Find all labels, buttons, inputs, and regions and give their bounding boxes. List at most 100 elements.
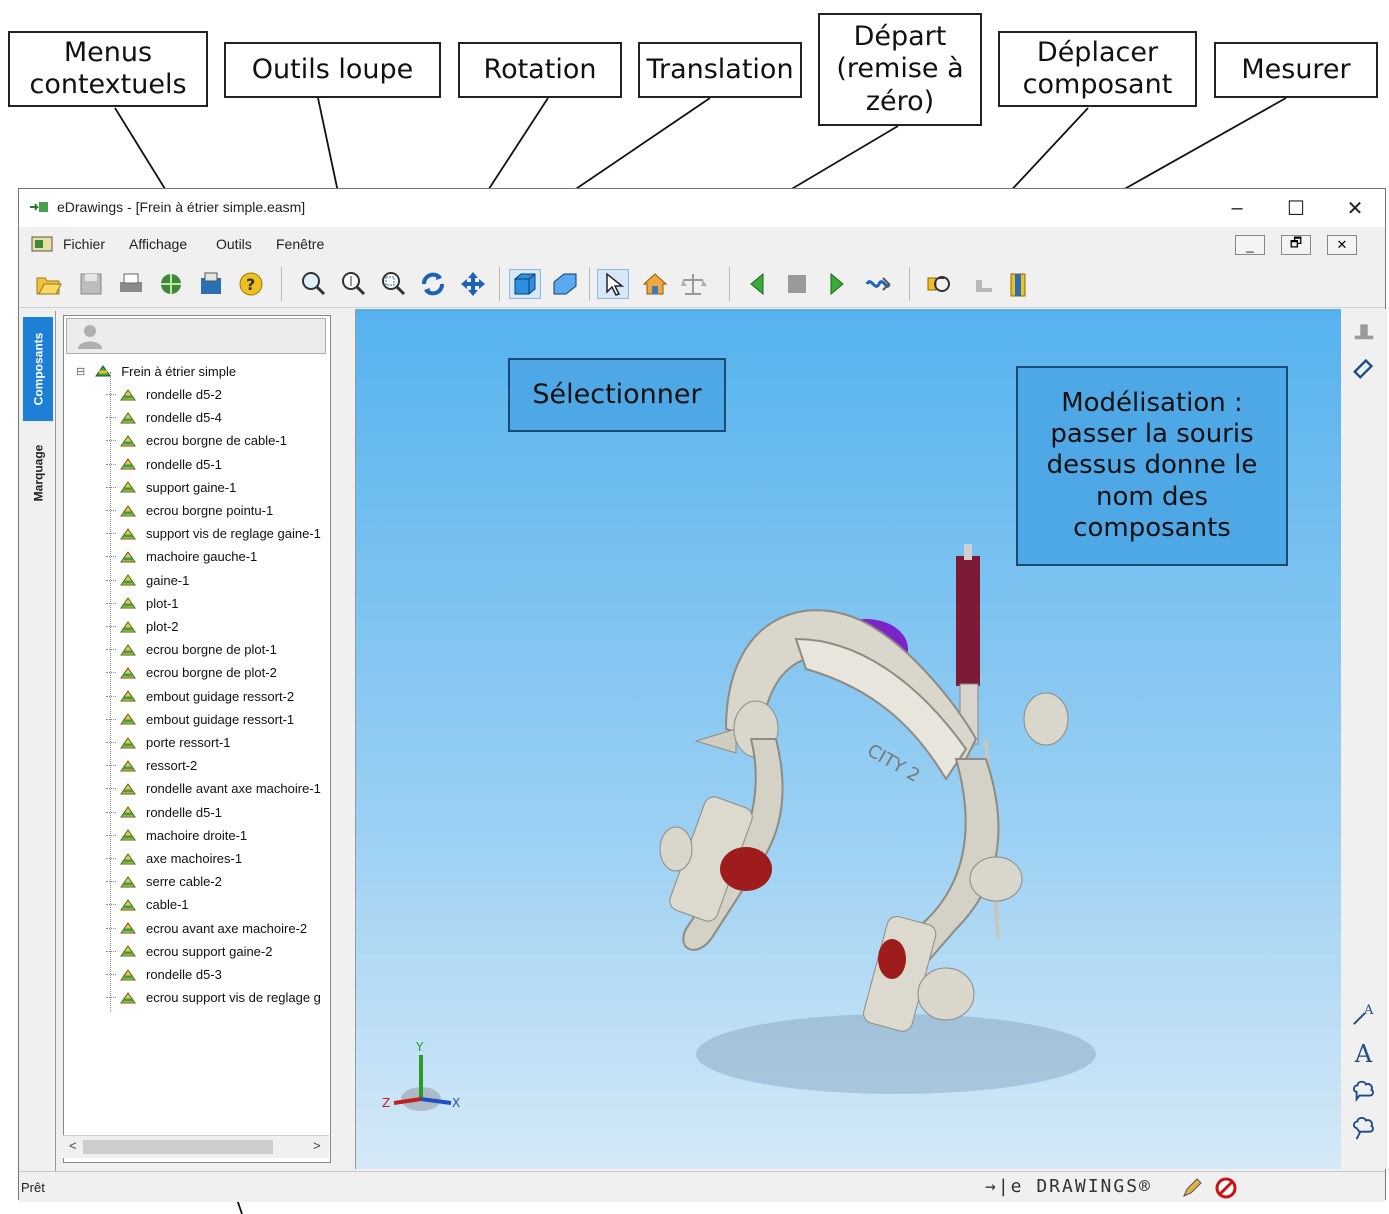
part-icon [120, 643, 136, 656]
tree-item[interactable]: rondelle d5-1 [106, 801, 222, 824]
select-icon[interactable] [597, 269, 629, 299]
tree-item[interactable]: rondelle d5-3 [106, 963, 222, 986]
tree-item-label: ressort-2 [146, 758, 198, 774]
brake-pad-right[interactable] [878, 939, 906, 979]
tree-item[interactable]: embout guidage ressort-1 [106, 708, 294, 731]
close-button[interactable]: ✕ [1335, 193, 1375, 223]
tree-item[interactable]: support gaine-1 [106, 476, 236, 499]
section-icon[interactable] [1003, 269, 1035, 299]
scroll-thumb[interactable] [83, 1140, 273, 1154]
mdi-minimize-button[interactable]: _ [1235, 235, 1265, 255]
rotate-icon[interactable] [417, 269, 449, 299]
title-bar: eDrawings - [Frein à étrier simple.easm]… [19, 189, 1385, 227]
callout-menus-contextuels: Menus contextuels [8, 31, 208, 107]
tree-item[interactable]: rondelle d5-4 [106, 406, 222, 429]
tree-item[interactable]: ecrou borgne de cable-1 [106, 429, 287, 452]
cloud-icon[interactable] [1349, 1075, 1379, 1105]
tab-composants[interactable]: Composants [23, 317, 53, 421]
tree-item[interactable]: gaine-1 [106, 569, 189, 592]
perspective-icon[interactable] [549, 269, 581, 299]
part-icon [120, 551, 136, 563]
cable-sleeve[interactable] [956, 556, 980, 686]
tree-item[interactable]: plot-2 [106, 615, 179, 638]
publish-icon[interactable] [155, 269, 187, 299]
tree-item[interactable]: rondelle avant axe machoire-1 [106, 777, 321, 800]
part-icon [120, 899, 136, 911]
cloud-leader-icon[interactable] [1349, 1113, 1379, 1143]
tree-item[interactable]: machoire droite-1 [106, 824, 247, 847]
previous-icon[interactable] [741, 269, 773, 299]
scroll-left-icon[interactable]: < [69, 1138, 77, 1153]
home-icon[interactable] [639, 269, 671, 299]
brake-pad-left[interactable] [720, 847, 772, 891]
model-label: CITY 2 [864, 740, 924, 787]
tree-item[interactable]: serre cable-2 [106, 870, 222, 893]
part-icon [120, 411, 136, 424]
scroll-right-icon[interactable]: > [313, 1138, 321, 1153]
main-toolbar: ? [19, 261, 1385, 308]
menu-fichier[interactable]: Fichier [63, 236, 105, 252]
open-icon[interactable] [33, 269, 65, 299]
zoom-fit-icon[interactable] [297, 269, 329, 299]
menu-outils[interactable]: Outils [216, 236, 252, 252]
tree-item-label: plot-1 [146, 595, 179, 611]
play-icon[interactable] [821, 269, 853, 299]
minimize-button[interactable]: – [1217, 193, 1257, 223]
shaded-view-icon[interactable] [509, 269, 541, 299]
tree-item[interactable]: cable-1 [106, 893, 189, 916]
tree-root[interactable]: ⊟ Frein à étrier simple [76, 360, 236, 382]
stop-icon[interactable] [781, 269, 813, 299]
tree-item[interactable]: ecrou borgne de plot-2 [106, 661, 277, 684]
tree-item[interactable]: support vis de reglage gaine-1 [106, 522, 321, 545]
collapse-icon[interactable]: ⊟ [76, 365, 85, 378]
tree-item[interactable]: ecrou support gaine-2 [106, 940, 272, 963]
text-icon[interactable]: A [1349, 1037, 1379, 1067]
help-icon[interactable]: ? [235, 269, 267, 299]
mdi-restore-button[interactable]: 🗗 [1281, 235, 1311, 255]
continuous-play-icon[interactable] [861, 269, 893, 299]
tree-item[interactable]: ecrou avant axe machoire-2 [106, 917, 307, 940]
send-icon[interactable] [195, 269, 227, 299]
pan-icon[interactable] [457, 269, 489, 299]
tree-item[interactable]: plot-1 [106, 592, 179, 615]
part-icon [120, 875, 136, 888]
tree-item-label: machoire droite-1 [146, 827, 248, 843]
measure-tag-icon[interactable] [1349, 353, 1379, 383]
edrawings-app-icon [30, 202, 48, 212]
tab-marquage[interactable]: Marquage [23, 427, 53, 519]
menu-fenetre[interactable]: Fenêtre [276, 236, 324, 252]
tree-item[interactable]: ressort-2 [106, 754, 197, 777]
zoom-in-out-icon[interactable] [337, 269, 369, 299]
zoom-area-icon[interactable] [377, 269, 409, 299]
stamp-icon[interactable] [1349, 315, 1379, 345]
move-component-icon[interactable] [923, 269, 955, 299]
horizontal-scrollbar[interactable]: < > [63, 1135, 329, 1158]
part-icon [120, 759, 136, 772]
menu-affichage[interactable]: Affichage [129, 236, 187, 252]
tree-item[interactable]: axe machoires-1 [106, 847, 242, 870]
acorn-nut[interactable] [917, 967, 975, 1021]
tree-item[interactable]: ecrou support vis de reglage g [106, 986, 321, 1009]
tree-item[interactable]: rondelle d5-2 [106, 383, 222, 406]
print-icon[interactable] [115, 269, 147, 299]
no-edit-icon[interactable] [1215, 1177, 1237, 1199]
part-icon [120, 527, 136, 540]
leader-text-icon[interactable]: A [1349, 999, 1379, 1029]
tree-item-label: machoire gauche-1 [146, 549, 258, 565]
save-icon[interactable] [75, 269, 107, 299]
maximize-button[interactable]: ☐ [1276, 193, 1316, 223]
mdi-close-button[interactable]: ✕ [1327, 235, 1357, 255]
tree-item[interactable]: rondelle d5-1 [106, 453, 222, 476]
tree-item[interactable]: porte ressort-1 [106, 731, 231, 754]
tree-item[interactable]: embout guidage ressort-2 [106, 685, 294, 708]
tree-item[interactable]: machoire gauche-1 [106, 545, 257, 568]
tree-root-label: Frein à étrier simple [121, 363, 237, 379]
tree-item[interactable]: ecrou borgne pointu-1 [106, 499, 273, 522]
measure-icon[interactable] [965, 269, 997, 299]
part-icon [120, 388, 136, 400]
part-icon [120, 504, 136, 516]
mass-properties-icon[interactable] [677, 269, 709, 299]
pencil-icon[interactable] [1181, 1177, 1203, 1199]
part-icon [120, 481, 136, 493]
tree-item[interactable]: ecrou borgne de plot-1 [106, 638, 277, 661]
